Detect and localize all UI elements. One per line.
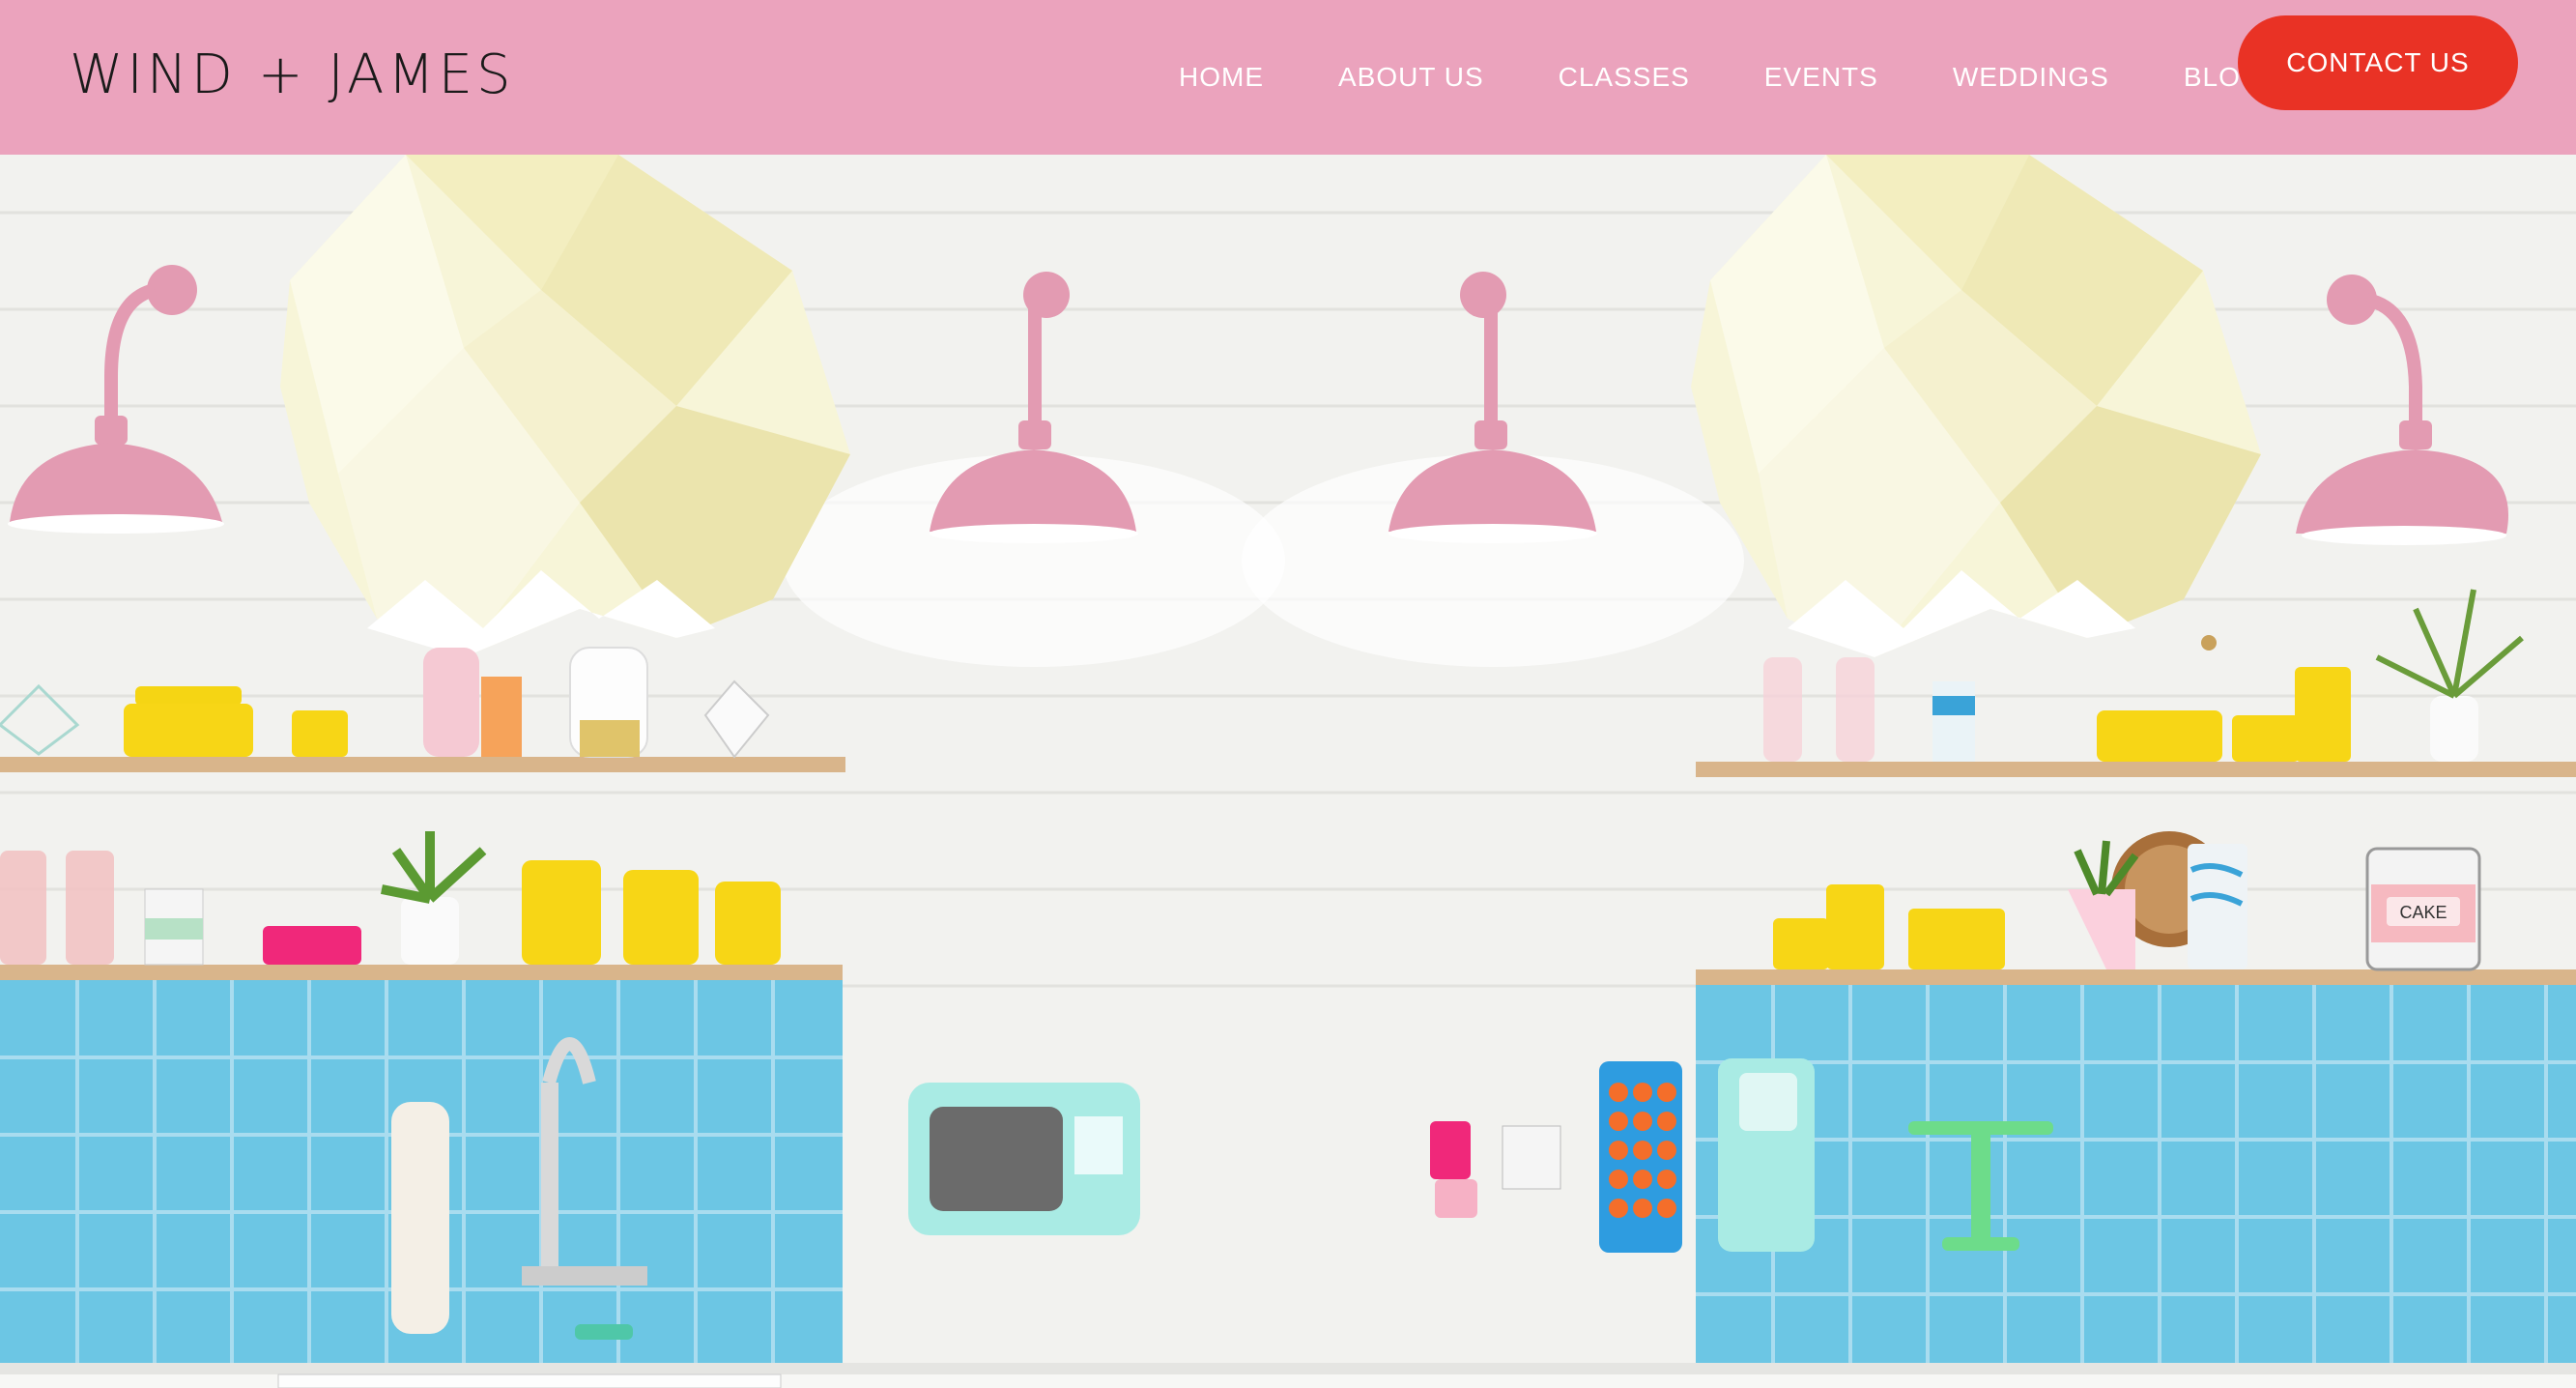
contact-us-button[interactable]: CONTACT US	[2238, 15, 2518, 110]
kitchen-illustration: CAKE	[0, 155, 2576, 1388]
main-nav: HOME ABOUT US CLASSES EVENTS WEDDINGS BL…	[1179, 0, 2263, 155]
nav-about-us[interactable]: ABOUT US	[1338, 62, 1484, 93]
canister-label: CAKE	[2399, 903, 2447, 922]
nav-events[interactable]: EVENTS	[1764, 62, 1878, 93]
shelf-lower-right	[1696, 969, 2576, 985]
hero-image: CAKE	[0, 155, 2576, 1388]
shelf-top-left	[0, 757, 845, 772]
countertop	[0, 1363, 2576, 1374]
farmhouse-sink	[277, 1374, 782, 1388]
site-header: WIND + JAMES HOME ABOUT US CLASSES EVENT…	[0, 0, 2576, 155]
tile-backsplash-right	[1696, 985, 2576, 1363]
shelf-top-right	[1696, 762, 2576, 777]
shelf-lower-left	[0, 965, 843, 980]
nav-weddings[interactable]: WEDDINGS	[1953, 62, 2109, 93]
nav-home[interactable]: HOME	[1179, 62, 1264, 93]
site-logo[interactable]: WIND + JAMES	[70, 37, 515, 114]
nav-classes[interactable]: CLASSES	[1559, 62, 1690, 93]
